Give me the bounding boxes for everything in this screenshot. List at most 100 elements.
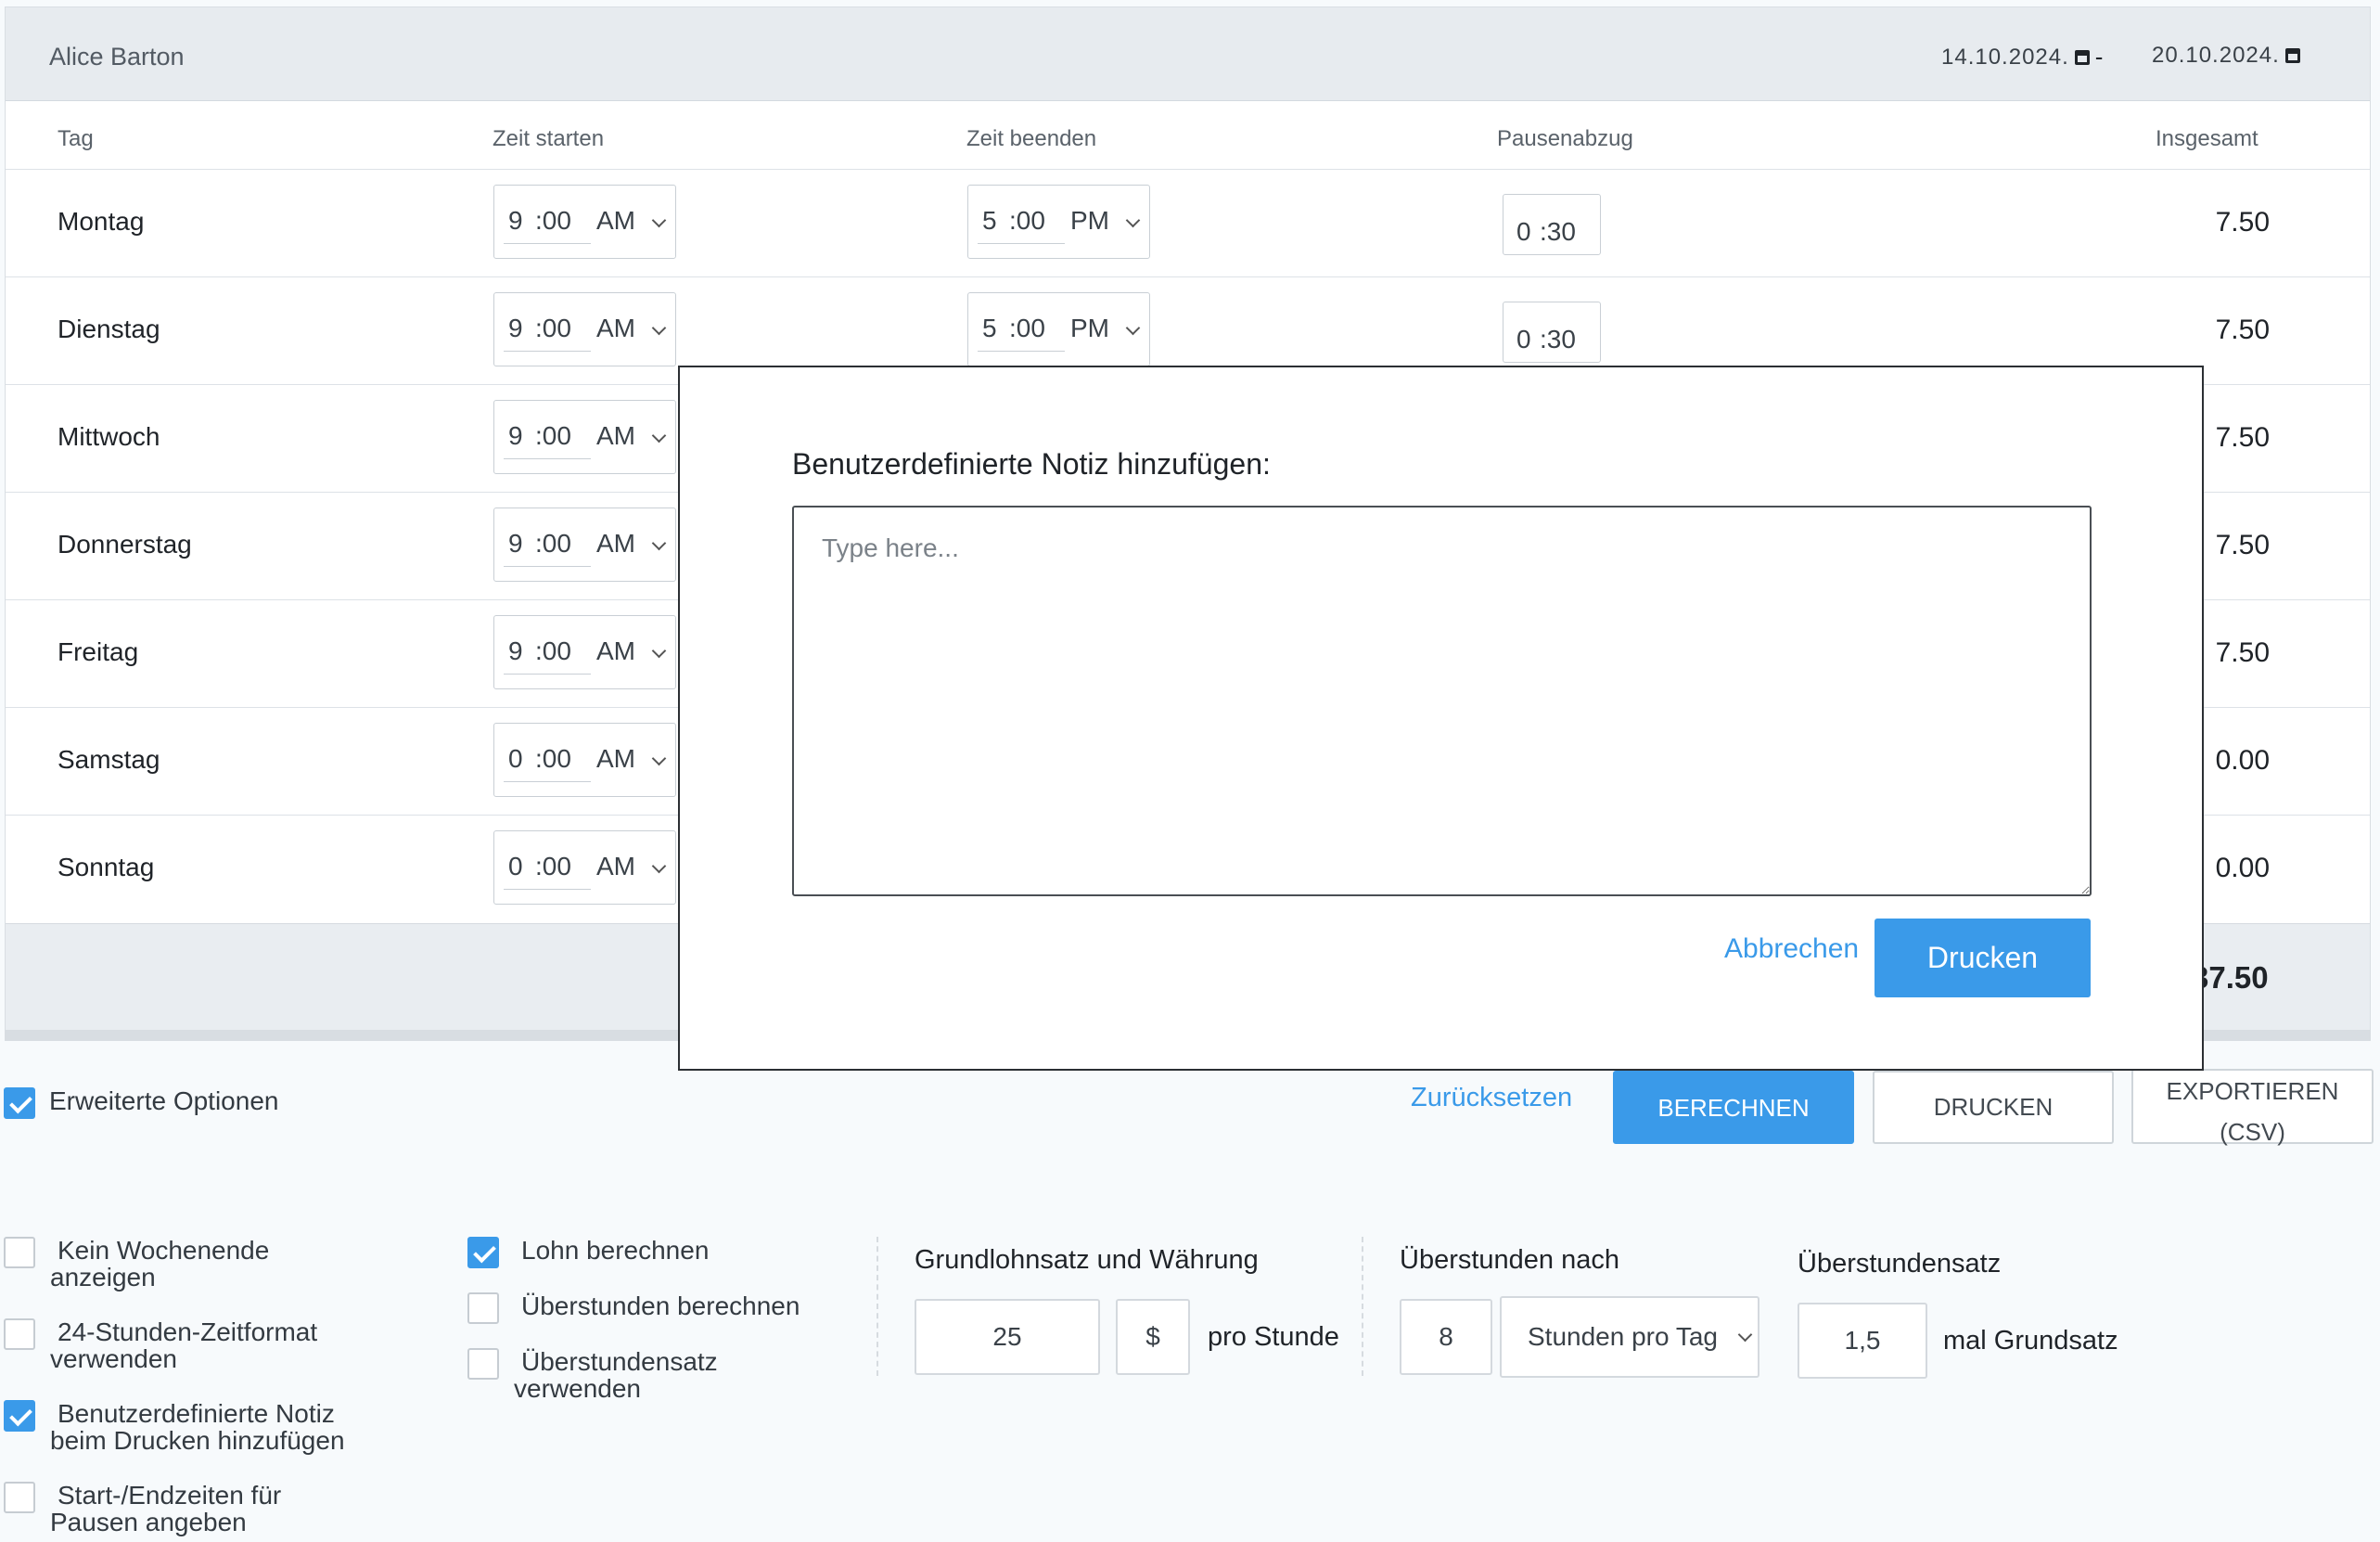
row-total: 7.50	[2215, 530, 2270, 560]
start-time-select[interactable]: 9 :00 AM	[493, 292, 676, 366]
calculate-button[interactable]: BERECHNEN	[1613, 1071, 1854, 1144]
break-minutes[interactable]: :30	[1540, 325, 1576, 354]
export-format-label: (CSV)	[2220, 1118, 2285, 1146]
hour-value[interactable]: 9	[508, 421, 523, 451]
advanced-options-checkbox[interactable]	[4, 1087, 35, 1119]
chevron-down-icon[interactable]	[651, 320, 667, 336]
option-label-line: Überstunden berechnen	[521, 1291, 800, 1320]
start-time-select[interactable]: 9 :00 AM	[493, 400, 676, 474]
custom-note-checkbox[interactable]	[4, 1400, 35, 1432]
wage-unit-label: pro Stunde	[1208, 1322, 1339, 1352]
chevron-down-icon[interactable]	[651, 428, 667, 443]
hour-value[interactable]: 5	[982, 314, 997, 343]
input-underline	[504, 674, 591, 675]
hour-value[interactable]: 9	[508, 636, 523, 666]
minute-value[interactable]: :00	[535, 852, 571, 881]
col-header-total: Insgesamt	[2156, 126, 2258, 151]
hour-value[interactable]: 0	[508, 744, 523, 774]
no-weekend-checkbox[interactable]	[4, 1237, 35, 1268]
break-times-checkbox[interactable]	[4, 1482, 35, 1513]
note-textarea[interactable]	[792, 506, 2092, 896]
calendar-icon[interactable]	[2074, 49, 2090, 65]
calendar-icon[interactable]	[2284, 48, 2300, 63]
overtime-threshold-input[interactable]: 8	[1400, 1299, 1492, 1375]
break-input[interactable]: 0 :30	[1503, 302, 1601, 363]
reset-button[interactable]: Zurücksetzen	[1411, 1083, 1572, 1113]
overtime-rate-section-label: Überstundensatz	[1798, 1249, 2002, 1279]
custom-note-dialog: Benutzerdefinierte Notiz hinzufügen: Abb…	[678, 366, 2204, 1071]
overtime-mode-value: Stunden pro Tag	[1528, 1322, 1718, 1351]
chevron-down-icon[interactable]	[651, 535, 667, 551]
overtime-rate-input[interactable]: 1,5	[1798, 1303, 1927, 1379]
wage-rate-input[interactable]: 25	[915, 1299, 1100, 1375]
ampm-value[interactable]: AM	[596, 852, 635, 881]
minute-value[interactable]: :00	[1009, 206, 1045, 236]
dialog-title: Benutzerdefinierte Notiz hinzufügen:	[792, 447, 1271, 481]
hour-value[interactable]: 9	[508, 529, 523, 559]
chevron-down-icon[interactable]	[651, 751, 667, 766]
chevron-down-icon[interactable]	[651, 643, 667, 659]
chevron-down-icon[interactable]	[1125, 320, 1141, 336]
chevron-down-icon[interactable]	[651, 212, 667, 228]
overtime-mode-select[interactable]: Stunden pro Tag	[1500, 1296, 1759, 1378]
hour-value[interactable]: 9	[508, 206, 523, 236]
break-hours[interactable]: 0	[1516, 325, 1531, 354]
input-underline	[504, 351, 591, 352]
option-label-line: Start-/Endzeiten für	[58, 1481, 282, 1510]
wage-label: Grundlohnsatz und Währung	[915, 1245, 1259, 1275]
date-to-field[interactable]: 20.10.2024.	[2152, 43, 2300, 69]
table-row: Montag 9 :00 AM 5 :00 PM 0 :30 7.50	[6, 169, 2370, 276]
option-label-line: anzeigen	[50, 1263, 156, 1291]
cancel-button[interactable]: Abbrechen	[1724, 933, 1859, 965]
overtime-rate-label: Überstundensatz verwenden	[514, 1348, 718, 1402]
ampm-value[interactable]: AM	[596, 206, 635, 236]
ampm-value[interactable]: AM	[596, 314, 635, 343]
end-time-select[interactable]: 5 :00 PM	[967, 292, 1150, 366]
minute-value[interactable]: :00	[535, 529, 571, 559]
day-label: Freitag	[58, 637, 139, 666]
break-minutes[interactable]: :30	[1540, 217, 1576, 247]
ampm-value[interactable]: AM	[596, 636, 635, 666]
row-total: 7.50	[2215, 207, 2270, 238]
input-underline	[978, 243, 1065, 244]
start-time-select[interactable]: 9 :00 AM	[493, 185, 676, 259]
ampm-value[interactable]: PM	[1070, 314, 1109, 343]
input-underline	[504, 889, 591, 890]
overtime-rate-checkbox[interactable]	[467, 1348, 499, 1380]
chevron-down-icon[interactable]	[1737, 1327, 1753, 1343]
minute-value[interactable]: :00	[1009, 314, 1045, 343]
print-button[interactable]: DRUCKEN	[1873, 1071, 2114, 1144]
ampm-value[interactable]: PM	[1070, 206, 1109, 236]
minute-value[interactable]: :00	[535, 744, 571, 774]
minute-value[interactable]: :00	[535, 314, 571, 343]
start-time-select[interactable]: 0 :00 AM	[493, 723, 676, 797]
chevron-down-icon[interactable]	[651, 858, 667, 874]
24h-format-checkbox[interactable]	[4, 1318, 35, 1350]
start-time-select[interactable]: 0 :00 AM	[493, 830, 676, 905]
start-time-select[interactable]: 9 :00 AM	[493, 508, 676, 582]
dialog-print-button[interactable]: Drucken	[1875, 919, 2091, 997]
minute-value[interactable]: :00	[535, 421, 571, 451]
section-divider	[877, 1237, 878, 1376]
minute-value[interactable]: :00	[535, 636, 571, 666]
chevron-down-icon[interactable]	[1125, 212, 1141, 228]
calculate-overtime-checkbox[interactable]	[467, 1292, 499, 1324]
currency-input[interactable]: $	[1116, 1299, 1190, 1375]
date-from-field[interactable]: 14.10.2024. -	[1941, 43, 2104, 71]
break-hours[interactable]: 0	[1516, 217, 1531, 247]
hour-value[interactable]: 0	[508, 852, 523, 881]
ampm-value[interactable]: AM	[596, 421, 635, 451]
minute-value[interactable]: :00	[535, 206, 571, 236]
day-label: Montag	[58, 207, 145, 236]
break-input[interactable]: 0 :30	[1503, 194, 1601, 255]
custom-note-label: Benutzerdefinierte Notiz beim Drucken hi…	[50, 1400, 345, 1454]
ampm-value[interactable]: AM	[596, 529, 635, 559]
calculate-wage-checkbox[interactable]	[467, 1237, 499, 1268]
ampm-value[interactable]: AM	[596, 744, 635, 774]
start-time-select[interactable]: 9 :00 AM	[493, 615, 676, 689]
input-underline	[978, 351, 1065, 352]
end-time-select[interactable]: 5 :00 PM	[967, 185, 1150, 259]
export-csv-button[interactable]: EXPORTIEREN (CSV)	[2131, 1069, 2374, 1146]
hour-value[interactable]: 9	[508, 314, 523, 343]
hour-value[interactable]: 5	[982, 206, 997, 236]
